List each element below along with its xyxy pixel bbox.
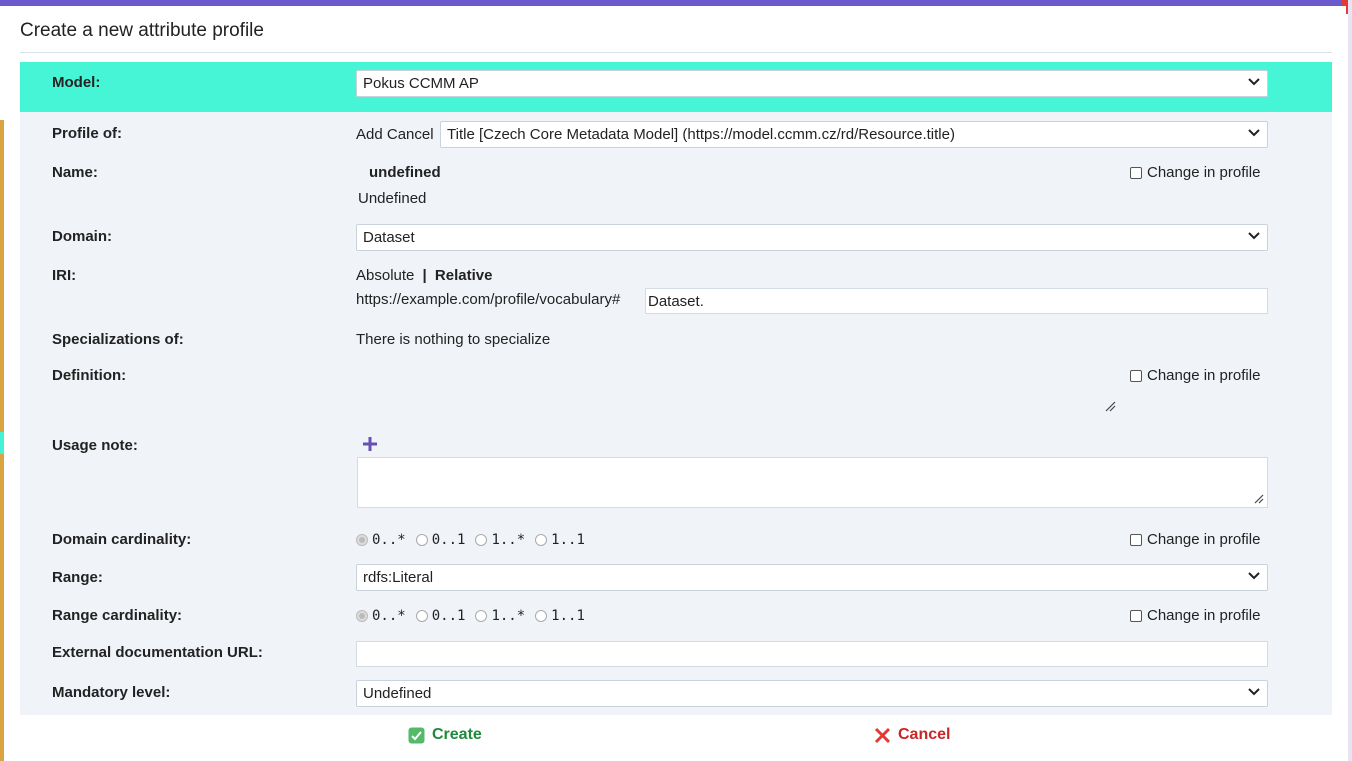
- profile-of-select[interactable]: Title [Czech Core Metadata Model] (https…: [440, 121, 1268, 148]
- range-select[interactable]: rdfs:Literal: [356, 564, 1268, 591]
- definition-change-checkbox[interactable]: Change in profile: [1130, 367, 1260, 384]
- radio-option[interactable]: 0..1: [415, 532, 466, 548]
- range-cardinality-label: Range cardinality:: [52, 607, 183, 624]
- profile-of-actions: Add Cancel: [356, 126, 434, 143]
- iri-absolute-option[interactable]: Absolute: [356, 267, 414, 284]
- specializations-label: Specializations of:: [52, 331, 184, 348]
- domain-cardinality-change-checkbox[interactable]: Change in profile: [1130, 531, 1260, 548]
- mandatory-level-select[interactable]: Undefined: [356, 680, 1268, 707]
- radio-label: 1..*: [491, 532, 526, 548]
- radio-option[interactable]: 0..*: [356, 608, 406, 624]
- checkbox-box[interactable]: [1130, 369, 1142, 382]
- name-value: Undefined: [358, 190, 427, 207]
- domain-label: Domain:: [52, 228, 112, 245]
- checkbox-box[interactable]: [1130, 533, 1142, 546]
- radio-dot[interactable]: [475, 534, 488, 546]
- radio-dot[interactable]: [356, 534, 368, 546]
- radio-dot[interactable]: [475, 610, 488, 622]
- create-button[interactable]: Create: [408, 726, 482, 744]
- domain-select-value: Dataset: [363, 229, 415, 246]
- iri-prefix: https://example.com/profile/vocabulary#: [356, 291, 621, 308]
- iri-input[interactable]: Dataset.: [645, 288, 1268, 314]
- cancel-label: Cancel: [898, 726, 951, 743]
- title-divider: [20, 52, 1332, 53]
- mandatory-level-select-value: Undefined: [363, 685, 432, 702]
- radio-dot[interactable]: [415, 610, 428, 622]
- checkbox-box[interactable]: [1130, 166, 1142, 179]
- cancel-button[interactable]: Cancel: [874, 726, 950, 744]
- radio-dot[interactable]: [356, 610, 368, 622]
- x-icon: [874, 727, 891, 743]
- radio-option[interactable]: 1..1: [535, 608, 585, 624]
- plus-icon[interactable]: [362, 436, 378, 452]
- resize-handle-icon[interactable]: [1254, 494, 1264, 504]
- radio-dot[interactable]: [535, 610, 548, 622]
- radio-label: 0..*: [372, 532, 406, 548]
- radio-option[interactable]: 1..1: [535, 532, 585, 548]
- specializations-value: There is nothing to specialize: [356, 331, 551, 348]
- iri-mode-toggle: Absolute | Relative: [356, 267, 492, 284]
- create-label: Create: [432, 726, 482, 743]
- range-label: Range:: [52, 569, 103, 586]
- resize-handle-icon[interactable]: [1104, 400, 1116, 412]
- background-right-edge: [1348, 0, 1352, 761]
- domain-cardinality-label: Domain cardinality:: [52, 531, 192, 548]
- radio-label: 0..*: [372, 608, 406, 624]
- radio-option[interactable]: 1..*: [475, 608, 525, 624]
- dialog-title: Create a new attribute profile: [20, 20, 264, 41]
- radio-label: 0..1: [431, 532, 466, 548]
- chevron-down-icon: [1248, 232, 1260, 240]
- profile-of-select-value: Title [Czech Core Metadata Model] (https…: [447, 126, 955, 143]
- cancel-link[interactable]: Cancel: [387, 126, 434, 143]
- checkbox-box[interactable]: [1130, 609, 1142, 622]
- model-select-value: Pokus CCMM AP: [363, 75, 479, 92]
- checkbox-label: Change in profile: [1147, 531, 1261, 548]
- radio-dot[interactable]: [415, 534, 428, 546]
- iri-separator: |: [422, 267, 427, 284]
- model-label: Model:: [52, 74, 101, 91]
- radio-label: 1..1: [551, 532, 585, 548]
- range-select-value: rdfs:Literal: [363, 569, 434, 586]
- chevron-down-icon: [1248, 688, 1260, 696]
- radio-option[interactable]: 1..*: [475, 532, 525, 548]
- radio-dot[interactable]: [535, 534, 548, 546]
- name-change-checkbox[interactable]: Change in profile: [1130, 164, 1260, 181]
- checkbox-label: Change in profile: [1147, 607, 1261, 624]
- chevron-down-icon: [1248, 129, 1260, 137]
- name-bold-value: undefined: [369, 164, 441, 181]
- radio-label: 0..1: [431, 608, 466, 624]
- name-label: Name:: [52, 164, 98, 181]
- model-select[interactable]: Pokus CCMM AP: [356, 70, 1268, 97]
- checkbox-label: Change in profile: [1147, 367, 1261, 384]
- profile-of-label: Profile of:: [52, 125, 122, 142]
- iri-relative-option[interactable]: Relative: [435, 267, 493, 284]
- usage-note-textarea[interactable]: [357, 457, 1268, 508]
- mandatory-level-label: Mandatory level:: [52, 684, 171, 701]
- radio-label: 1..1: [551, 608, 585, 624]
- domain-cardinality-radios: 0..* 0..1 1..* 1..1: [356, 532, 595, 548]
- radio-option[interactable]: 0..1: [415, 608, 466, 624]
- radio-label: 1..*: [491, 608, 526, 624]
- checkbox-label: Change in profile: [1147, 164, 1261, 181]
- external-doc-label: External documentation URL:: [52, 644, 263, 661]
- check-square-icon: [408, 727, 425, 743]
- iri-label: IRI:: [52, 267, 77, 284]
- external-doc-input[interactable]: [356, 641, 1268, 667]
- add-link[interactable]: Add: [356, 126, 383, 143]
- range-cardinality-change-checkbox[interactable]: Change in profile: [1130, 607, 1260, 624]
- radio-option[interactable]: 0..*: [356, 532, 406, 548]
- domain-select[interactable]: Dataset: [356, 224, 1268, 251]
- definition-label: Definition:: [52, 367, 127, 384]
- usage-note-label: Usage note:: [52, 437, 138, 454]
- chevron-down-icon: [1248, 78, 1260, 86]
- chevron-down-icon: [1248, 572, 1260, 580]
- range-cardinality-radios: 0..* 0..1 1..* 1..1: [356, 608, 595, 624]
- iri-input-value: Dataset.: [648, 293, 704, 310]
